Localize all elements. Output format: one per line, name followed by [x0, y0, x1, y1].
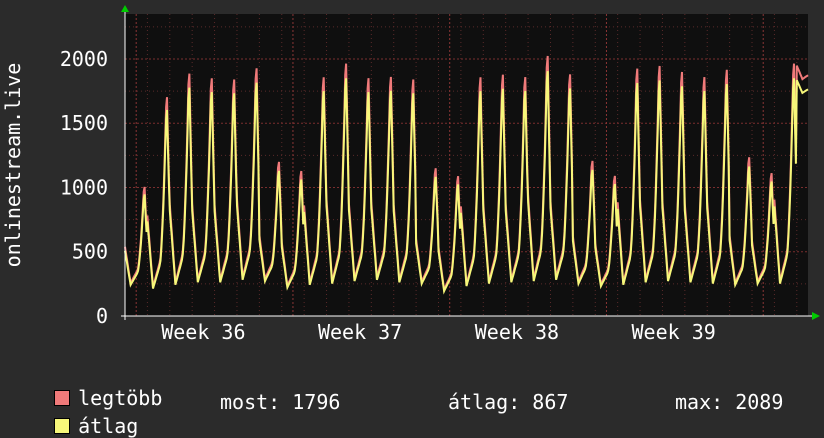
stat-max: max: 2089 — [675, 390, 784, 414]
y-axis-arrow-icon — [121, 5, 129, 12]
x-ticks: Week 36 Week 37 Week 38 Week 39 — [161, 320, 716, 340]
y-tick-label: 1000 — [60, 175, 108, 199]
x-tick-label: Week 39 — [631, 320, 715, 340]
legend-item-atlag: átlag — [30, 390, 138, 438]
x-tick-label: Week 37 — [318, 320, 402, 340]
y-tick-label: 1500 — [60, 111, 108, 135]
atlag-swatch — [54, 418, 71, 434]
stat-now: most: 1796 — [220, 390, 341, 414]
x-tick-label: Week 36 — [161, 320, 245, 340]
y-ticks: 0 500 1000 1500 2000 — [60, 47, 108, 328]
legend-label-atlag: átlag — [78, 414, 139, 438]
x-tick-label: Week 38 — [475, 320, 559, 340]
x-axis-arrow-icon — [812, 312, 820, 320]
stat-avg: átlag: 867 — [448, 390, 569, 414]
y-axis-label: onlinestream.live — [1, 63, 25, 268]
y-tick-label: 0 — [96, 304, 108, 328]
y-tick-label: 500 — [72, 240, 108, 264]
chart: 0500100015002000 Week 36 Week 37 Week 38 We… — [1, 5, 820, 340]
y-tick-label: 2000 — [60, 47, 108, 71]
